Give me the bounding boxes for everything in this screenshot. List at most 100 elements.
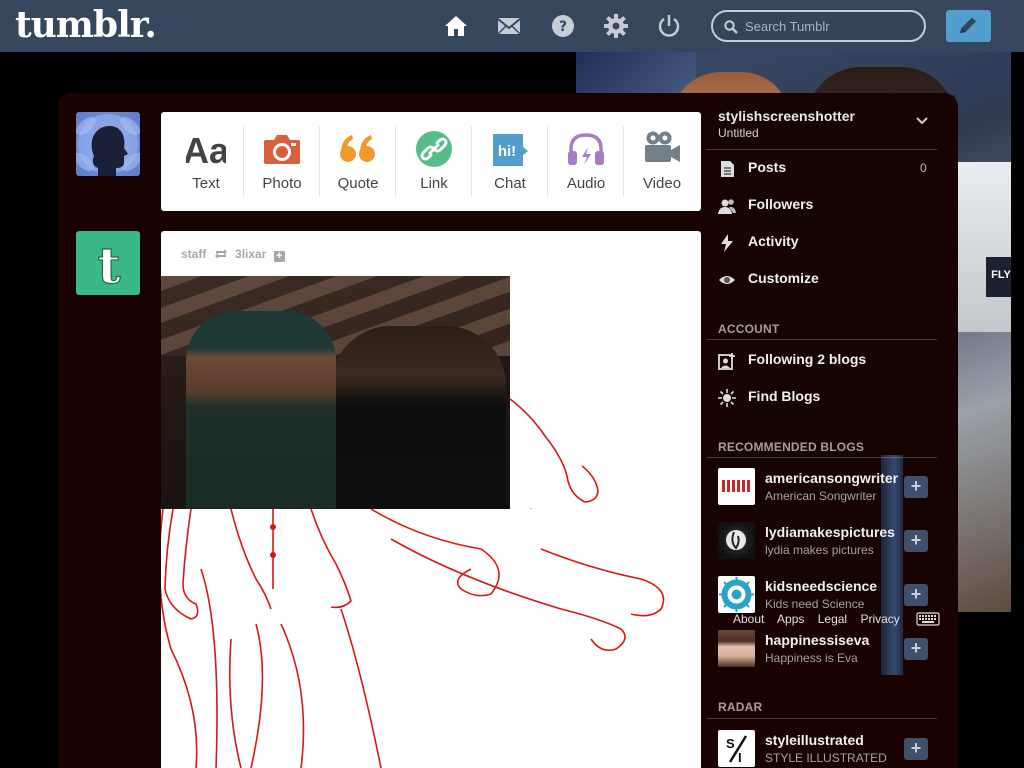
- sidebar-item-count: 0: [920, 161, 927, 175]
- blog-avatar: [718, 630, 755, 667]
- post-text-button[interactable]: Aa Text: [168, 112, 244, 211]
- blog-name: styleillustrated: [765, 732, 864, 748]
- find-blogs-icon: [718, 389, 736, 407]
- power-logout-icon[interactable]: [657, 14, 681, 38]
- chevron-down-icon[interactable]: [916, 117, 928, 125]
- style-illustrated-logo-icon: S I: [726, 735, 748, 765]
- post-photo[interactable]: [161, 276, 510, 509]
- tumblr-t-logo-icon: t: [97, 235, 121, 295]
- sidebar-item-label: Activity: [748, 233, 799, 249]
- sidebar-item-followers[interactable]: Followers: [718, 195, 938, 217]
- follow-button[interactable]: +: [904, 476, 928, 498]
- follow-button[interactable]: +: [904, 638, 928, 660]
- photo-person-left: [186, 311, 336, 509]
- sidebar-item-find-blogs[interactable]: Find Blogs: [718, 387, 938, 409]
- following-icon: [718, 353, 735, 370]
- post-quote-button[interactable]: Quote: [320, 112, 396, 211]
- search-icon: [724, 20, 738, 34]
- blog-title: Kids need Science: [765, 597, 865, 611]
- post-audio-button[interactable]: Audio: [548, 112, 624, 211]
- sidebar-item-customize[interactable]: Customize: [718, 269, 938, 291]
- blog-name[interactable]: stylishscreenshotter: [718, 108, 855, 124]
- sidebar-item-following[interactable]: Following 2 blogs: [718, 350, 938, 372]
- post-type-label: Quote: [337, 175, 379, 192]
- post-author-link[interactable]: staff: [181, 247, 206, 261]
- recommended-blog-item[interactable]: kidsneedscience Kids need Science +: [718, 576, 938, 616]
- top-nav-bar: tumblr. ?: [0, 0, 1024, 52]
- followers-icon: [718, 199, 736, 214]
- divider: [706, 149, 937, 150]
- home-icon[interactable]: [444, 14, 468, 38]
- post-type-label: Chat: [494, 175, 526, 192]
- tumblr-logo[interactable]: tumblr.: [15, 4, 157, 46]
- svg-text:S: S: [726, 736, 735, 751]
- post-video-button[interactable]: Video: [624, 112, 700, 211]
- post-link-button[interactable]: Link: [396, 112, 472, 211]
- sidebar-item-posts[interactable]: Posts 0: [718, 158, 938, 180]
- right-sidebar: stylishscreenshotter Untitled Posts 0 Fo…: [706, 95, 956, 768]
- post-photo-button[interactable]: Photo: [244, 112, 320, 211]
- recommended-blog-item[interactable]: americansongwriter American Songwriter +: [718, 468, 938, 508]
- mail-icon[interactable]: [497, 14, 521, 38]
- follow-button[interactable]: +: [904, 584, 928, 606]
- settings-gear-icon[interactable]: [604, 14, 628, 38]
- search-box[interactable]: [711, 10, 926, 42]
- follow-button[interactable]: +: [904, 738, 928, 760]
- recommended-blog-item[interactable]: happinessiseva Happiness is Eva +: [718, 630, 938, 670]
- compose-post-button[interactable]: [946, 10, 991, 42]
- blog-avatar: [718, 576, 755, 613]
- blog-title: Untitled: [718, 126, 759, 140]
- reblog-icon: [214, 249, 227, 259]
- footer-privacy-link[interactable]: Privacy: [860, 612, 899, 626]
- follow-button[interactable]: +: [904, 530, 928, 552]
- post-type-bar: Aa Text Photo Quote Link hi! Chat Audio …: [161, 112, 701, 211]
- chat-icon: hi!: [493, 134, 528, 166]
- sidebar-item-label: Posts: [748, 159, 787, 175]
- post-type-label: Link: [420, 175, 448, 192]
- post-type-label: Photo: [262, 175, 302, 192]
- user-avatar[interactable]: [76, 112, 140, 176]
- activity-icon: [721, 234, 733, 252]
- silhouette-icon: [76, 114, 140, 176]
- red-sketch-drawing: [161, 509, 665, 768]
- blog-name: americansongwriter: [765, 470, 899, 486]
- photo-person-right: [331, 326, 506, 509]
- posts-icon: [721, 161, 734, 177]
- sidebar-item-label: Following 2 blogs: [748, 351, 867, 367]
- footer-apps-link[interactable]: Apps: [777, 612, 804, 626]
- footer-about-link[interactable]: About: [733, 612, 764, 626]
- sidebar-item-label: Customize: [748, 270, 819, 286]
- red-sketch-drawing-top: [510, 398, 599, 509]
- blog-name: happinessiseva: [765, 632, 870, 648]
- post-type-label: Audio: [566, 175, 606, 192]
- headphones-icon: [568, 133, 604, 165]
- post-chat-button[interactable]: hi! Chat: [472, 112, 548, 211]
- license-plate: FLY: [986, 257, 1011, 297]
- search-input[interactable]: [745, 16, 915, 36]
- camera-icon: [264, 135, 300, 164]
- staff-avatar[interactable]: t: [76, 231, 140, 296]
- footer-legal-link[interactable]: Legal: [818, 612, 847, 626]
- reblogged-from-link[interactable]: 3lixar: [235, 247, 266, 261]
- blog-avatar: S I: [718, 730, 755, 767]
- kids-need-science-logo-icon: [719, 577, 754, 612]
- footer-links: About Apps Legal Privacy: [733, 612, 910, 626]
- recommended-blog-item[interactable]: lydiamakespictures lydia makes pictures …: [718, 522, 938, 562]
- quote-icon: [340, 135, 375, 162]
- follow-plus-button[interactable]: +: [273, 251, 285, 262]
- eye-icon: [719, 276, 735, 284]
- help-icon[interactable]: ?: [551, 14, 575, 38]
- keyboard-shortcuts-icon[interactable]: [916, 612, 940, 626]
- svg-text:t: t: [97, 236, 120, 295]
- text-icon: Aa: [186, 130, 226, 169]
- radar-blog-item[interactable]: S I styleillustrated STYLE ILLUSTRATED +: [718, 730, 938, 768]
- account-section-header: ACCOUNT: [718, 322, 780, 336]
- divider: [706, 718, 937, 719]
- lydia-logo-icon: [726, 530, 746, 550]
- blog-title: lydia makes pictures: [765, 543, 874, 557]
- blog-title: American Songwriter: [765, 489, 877, 503]
- american-songwriter-logo: [722, 480, 751, 492]
- sidebar-item-activity[interactable]: Activity: [718, 232, 938, 254]
- svg-text:I: I: [738, 750, 742, 765]
- recommended-blogs-header: RECOMMENDED BLOGS: [718, 440, 865, 454]
